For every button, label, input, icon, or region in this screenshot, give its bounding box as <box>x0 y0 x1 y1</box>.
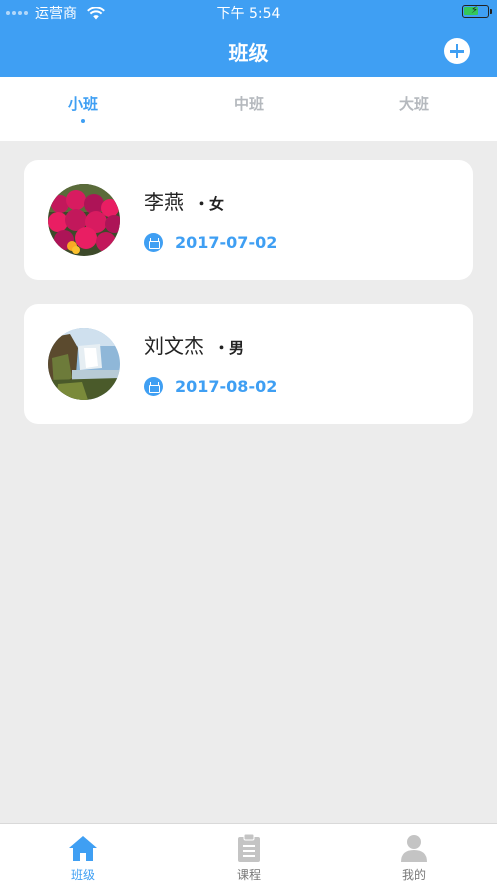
clipboard-icon <box>238 834 260 862</box>
birth-date: 2017-08-02 <box>175 377 278 396</box>
header: 运营商 下午 5:54 ⚡ 班级 <box>0 0 497 77</box>
add-class-button[interactable] <box>444 38 470 64</box>
nav-label-course: 课程 <box>236 868 261 882</box>
active-tab-indicator <box>81 119 85 123</box>
bottom-navigation: 班级 课程 我的 <box>0 823 497 883</box>
birth-date: 2017-07-02 <box>175 233 278 252</box>
student-avatar <box>48 328 120 400</box>
home-icon <box>69 836 97 861</box>
student-gender: ・女 <box>194 195 225 213</box>
status-time: 下午 5:54 <box>216 6 281 22</box>
nav-item-class[interactable]: 班级 <box>0 832 166 883</box>
status-bar: 运营商 下午 5:54 ⚡ <box>0 0 497 24</box>
student-name-row: 李燕 ・女 <box>144 186 224 215</box>
birthday-cake-icon <box>144 377 163 396</box>
student-name: 刘文杰 <box>144 334 204 358</box>
student-avatar <box>48 184 120 256</box>
class-tabs: 小班 中班 大班 <box>0 77 497 141</box>
page-title: 班级 <box>228 41 269 65</box>
tab-small-class[interactable]: 小班 <box>0 93 166 114</box>
student-name-row: 刘文杰 ・男 <box>144 330 244 359</box>
birth-date-row: 2017-08-02 <box>144 377 277 396</box>
tab-large-class[interactable]: 大班 <box>331 93 497 114</box>
nav-item-course[interactable]: 课程 <box>166 832 332 883</box>
nav-item-mine[interactable]: 我的 <box>331 832 497 883</box>
student-card[interactable]: 刘文杰 ・男 2017-08-02 <box>24 304 473 424</box>
nav-label-class: 班级 <box>70 868 95 882</box>
student-name: 李燕 <box>144 190 184 214</box>
nav-label-mine: 我的 <box>401 868 426 882</box>
birthday-cake-icon <box>144 233 163 252</box>
birth-date-row: 2017-07-02 <box>144 233 277 252</box>
battery-icon: ⚡ <box>462 5 492 18</box>
tab-middle-class[interactable]: 中班 <box>166 93 332 114</box>
student-gender: ・男 <box>214 339 245 357</box>
student-card[interactable]: 李燕 ・女 2017-07-02 <box>24 160 473 280</box>
person-icon <box>401 835 427 862</box>
